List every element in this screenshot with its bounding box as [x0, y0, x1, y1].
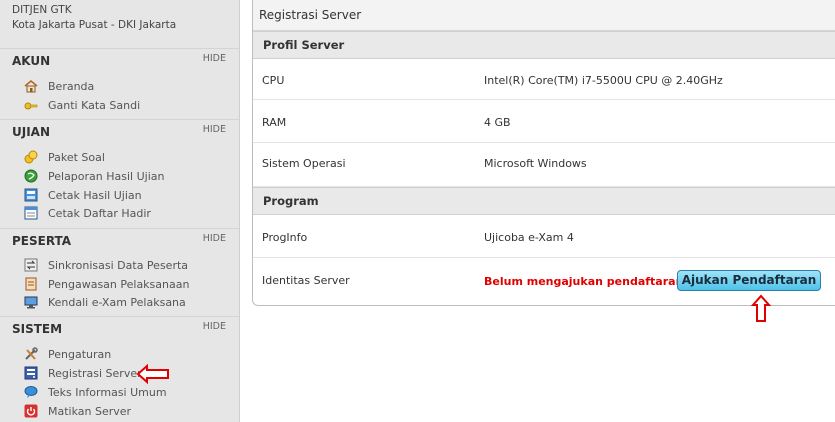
- section-title: SISTEM: [12, 322, 63, 336]
- sidebar-item-label: Kendali e-Xam Pelaksana: [48, 295, 186, 309]
- group-profil-server: Profil Server: [253, 31, 835, 59]
- sidebar-item-label: Beranda: [48, 79, 95, 93]
- sidebar-item-label: Cetak Hasil Ujian: [48, 188, 142, 202]
- server-icon: [24, 366, 38, 380]
- table-row: Sistem Operasi Microsoft Windows: [253, 143, 835, 187]
- hide-toggle[interactable]: HIDE: [203, 53, 226, 64]
- arrow-left-icon: [136, 364, 169, 384]
- table-row: ProgInfo Ujicoba e-Xam 4: [253, 215, 835, 258]
- globe-icon: [24, 169, 38, 183]
- ajukan-pendaftaran-button[interactable]: Ajukan Pendaftaran: [677, 270, 821, 291]
- group-program: Program: [253, 187, 835, 215]
- row-value: 4 GB: [484, 116, 511, 129]
- row-value: Ujicoba e-Xam 4: [484, 231, 574, 244]
- section-title: AKUN: [12, 54, 51, 68]
- org-info: DITJEN GTK Kota Jakarta Pusat - DKI Jaka…: [12, 3, 176, 33]
- sidebar-item-pengawasan-pelaksanaan[interactable]: Pengawasan Pelaksanaan: [24, 275, 189, 293]
- sidebar-item-ganti-kata-sandi[interactable]: Ganti Kata Sandi: [24, 96, 140, 114]
- monitor-icon: [24, 295, 38, 309]
- row-label: RAM: [262, 116, 287, 129]
- row-label: Identitas Server: [262, 274, 350, 287]
- tools-icon: [24, 347, 38, 361]
- row-value: Intel(R) Core(TM) i7-5500U CPU @ 2.40GHz: [484, 74, 723, 87]
- sidebar-item-label: Pelaporan Hasil Ujian: [48, 169, 165, 183]
- sidebar-item-paket-soal[interactable]: Paket Soal: [24, 148, 105, 166]
- sidebar-item-label: Pengaturan: [48, 347, 112, 361]
- sidebar-item-pengaturan[interactable]: Pengaturan: [24, 345, 111, 363]
- hide-toggle[interactable]: HIDE: [203, 233, 226, 244]
- sidebar-item-cetak-daftar-hadir[interactable]: Cetak Daftar Hadir: [24, 204, 151, 222]
- sidebar-item-label: Sinkronisasi Data Peserta: [48, 258, 189, 272]
- row-label: CPU: [262, 74, 285, 87]
- chat-icon: [24, 385, 38, 399]
- table-row: RAM 4 GB: [253, 100, 835, 143]
- sidebar-item-teks-informasi-umum[interactable]: Teks Informasi Umum: [24, 383, 167, 401]
- sidebar-item-pelaporan-hasil-ujian[interactable]: Pelaporan Hasil Ujian: [24, 167, 164, 185]
- sidebar-item-cetak-hasil-ujian[interactable]: Cetak Hasil Ujian: [24, 186, 142, 204]
- sidebar-item-registrasi-server[interactable]: Registrasi Server: [24, 364, 142, 382]
- section-title: PESERTA: [12, 234, 72, 248]
- sidebar-item-label: Ganti Kata Sandi: [48, 98, 141, 112]
- row-value: Microsoft Windows: [484, 157, 587, 170]
- document-icon: [24, 206, 38, 220]
- sidebar-item-label: Cetak Daftar Hadir: [48, 206, 151, 220]
- print-icon: [24, 188, 38, 202]
- status-text: Belum mengajukan pendaftaran: [484, 275, 684, 288]
- coins-icon: [24, 150, 38, 164]
- section-akun: AKUN HIDE: [0, 48, 240, 70]
- sidebar-item-label: Teks Informasi Umum: [48, 385, 167, 399]
- panel-title: Registrasi Server: [253, 0, 835, 31]
- sync-icon: [24, 258, 38, 272]
- registrasi-server-panel: Registrasi Server Profil Server CPU Inte…: [252, 0, 835, 306]
- sidebar-item-kendali-exam-pelaksana[interactable]: Kendali e-Xam Pelaksana: [24, 293, 186, 311]
- row-label: Sistem Operasi: [262, 157, 346, 170]
- section-peserta: PESERTA HIDE: [0, 228, 240, 250]
- hide-toggle[interactable]: HIDE: [203, 124, 226, 135]
- hide-toggle[interactable]: HIDE: [203, 321, 226, 332]
- org-location: Kota Jakarta Pusat - DKI Jakarta: [12, 19, 177, 31]
- sidebar: DITJEN GTK Kota Jakarta Pusat - DKI Jaka…: [0, 0, 240, 422]
- clipboard-icon: [24, 277, 38, 291]
- row-label: ProgInfo: [262, 231, 308, 244]
- section-sistem: SISTEM HIDE: [0, 316, 240, 338]
- org-name: DITJEN GTK: [12, 4, 72, 16]
- section-title: UJIAN: [12, 125, 51, 139]
- sidebar-item-label: Matikan Server: [48, 404, 132, 418]
- sidebar-item-label: Paket Soal: [48, 150, 105, 164]
- home-icon: [24, 79, 38, 93]
- arrow-up-icon: [750, 294, 772, 322]
- section-ujian: UJIAN HIDE: [0, 119, 240, 141]
- table-row: Identitas Server Belum mengajukan pendaf…: [253, 258, 835, 304]
- sidebar-item-label: Registrasi Server: [48, 366, 142, 380]
- sidebar-item-label: Pengawasan Pelaksanaan: [48, 277, 190, 291]
- table-row: CPU Intel(R) Core(TM) i7-5500U CPU @ 2.4…: [253, 59, 835, 100]
- power-icon: [24, 404, 38, 418]
- sidebar-item-sinkronisasi-data-peserta[interactable]: Sinkronisasi Data Peserta: [24, 256, 188, 274]
- key-icon: [24, 98, 38, 112]
- sidebar-item-matikan-server[interactable]: Matikan Server: [24, 402, 131, 420]
- sidebar-item-beranda[interactable]: Beranda: [24, 77, 94, 95]
